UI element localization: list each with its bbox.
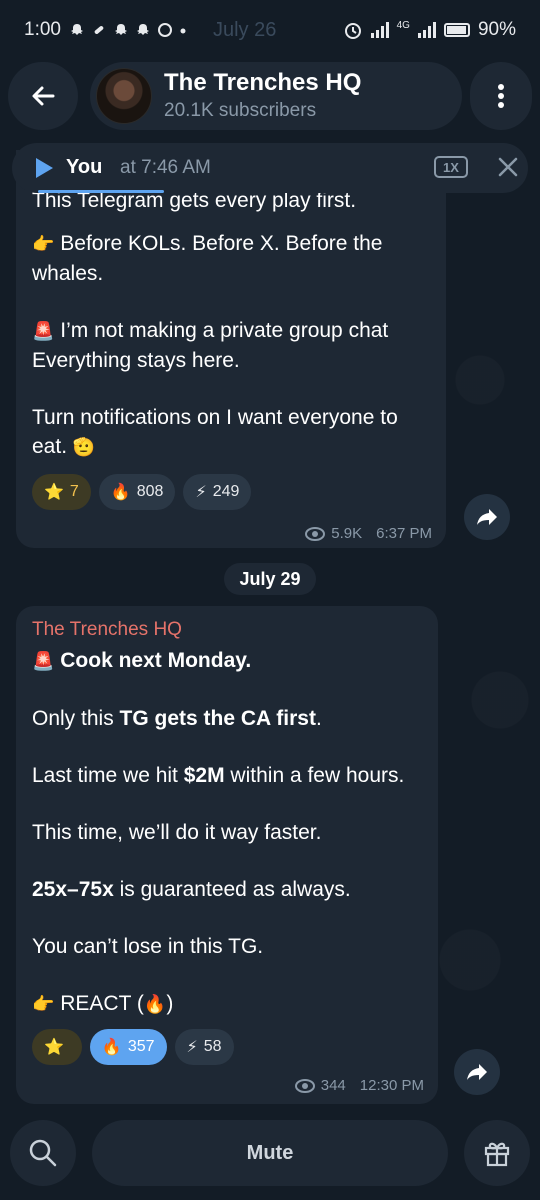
battery-icon: [443, 23, 470, 37]
reaction-fire[interactable]: 🔥 357: [89, 1029, 167, 1065]
message-time: 12:30 PM: [359, 1077, 424, 1094]
message-sender: The Trenches HQ: [32, 619, 182, 640]
bold-text: $2M: [183, 764, 225, 787]
gift-icon: [484, 1142, 510, 1167]
bold-text: 25x–75x: [32, 878, 114, 901]
fire-emoji: 🔥: [143, 994, 167, 1014]
reactions-row: ⭐ 🔥 357 ⚡ 58: [32, 1029, 422, 1065]
lightning-icon: ⚡: [186, 1039, 198, 1056]
channel-title: The Trenches HQ: [164, 69, 362, 96]
channel-avatar[interactable]: [96, 68, 152, 124]
reaction-fire[interactable]: 🔥 808: [98, 474, 176, 510]
signal-icon: [370, 22, 389, 38]
reactions-row: ⭐ 7 🔥 808 ⚡ 249: [32, 474, 430, 510]
more-vertical-icon: [498, 84, 504, 108]
star-icon: ⭐: [44, 1039, 64, 1056]
fire-icon: 🔥: [110, 484, 131, 501]
message-meta: 5.9K 6:37 PM: [305, 525, 432, 542]
signal-icon-2: [417, 22, 436, 38]
back-button[interactable]: [8, 62, 78, 130]
notification-icons: [69, 22, 187, 38]
message-line: Before KOLs. Before X. Before the whales…: [32, 232, 383, 285]
bottom-bar: Mute: [0, 1106, 540, 1200]
message-line: This time, we’ll do it way faster.: [32, 821, 322, 844]
subscriber-count: 20.1K subscribers: [164, 100, 317, 121]
message-meta: 344 12:30 PM: [294, 1077, 424, 1094]
mute-button[interactable]: Mute: [92, 1120, 448, 1186]
view-count: 344: [320, 1077, 346, 1094]
message-text: This Telegram gets every play first. 👉 B…: [32, 150, 430, 462]
siren-emoji: 🚨: [32, 651, 55, 671]
salute-emoji: 🫡: [72, 437, 96, 457]
channel-header: The Trenches HQ 20.1K subscribers: [8, 62, 532, 130]
whatsapp-icon: [157, 23, 172, 37]
message-text: 🚨 Cook next Monday. Only this TG gets th…: [32, 646, 422, 1019]
dot-icon: [180, 28, 186, 34]
pointing-hand-emoji: 👉: [32, 994, 55, 1014]
reaction-star[interactable]: ⭐: [32, 1029, 82, 1065]
reaction-count: 58: [203, 1038, 222, 1055]
lightning-icon: ⚡: [195, 484, 207, 501]
status-date: July 26: [212, 18, 277, 41]
reaction-lightning[interactable]: ⚡ 249: [183, 474, 252, 510]
message-line: Last time we hit: [32, 764, 184, 787]
reaction-count: 249: [212, 483, 240, 500]
channel-info[interactable]: The Trenches HQ 20.1K subscribers: [90, 62, 462, 130]
gift-button[interactable]: [464, 1120, 530, 1186]
bold-text: TG gets the CA first: [119, 707, 316, 730]
search-button[interactable]: [10, 1120, 76, 1186]
reaction-count: 357: [127, 1038, 155, 1055]
date-separator: July 29: [224, 563, 316, 595]
message-line: Only this: [32, 707, 120, 730]
reaction-count: 808: [136, 483, 164, 500]
eye-icon: [305, 526, 326, 541]
siren-emoji: 🚨: [32, 321, 55, 341]
alarm-icon: [344, 23, 361, 39]
reaction-lightning[interactable]: ⚡ 58: [174, 1029, 234, 1065]
message-line: ): [166, 992, 174, 1015]
player-sender: You: [66, 156, 103, 178]
message-line: .: [315, 707, 322, 730]
snapchat-icon: [114, 24, 127, 35]
message-line: is guaranteed as always.: [113, 878, 351, 901]
close-icon[interactable]: [496, 155, 520, 179]
play-icon[interactable]: [34, 157, 54, 179]
snapchat-icon: [136, 24, 149, 35]
arrow-left-icon: [32, 86, 55, 106]
eye-icon: [294, 1078, 315, 1093]
message-line: You can’t lose in this TG.: [32, 935, 264, 958]
network-type: 4G: [396, 20, 410, 31]
fire-icon: 🔥: [101, 1039, 122, 1056]
message-time: 6:37 PM: [376, 525, 432, 542]
status-time: 1:00: [24, 19, 61, 40]
player-time: at 7:46 AM: [120, 157, 211, 178]
share-button[interactable]: [464, 494, 510, 540]
message-line: within a few hours.: [224, 764, 405, 787]
message-line: Cook next Monday.: [60, 649, 252, 672]
battery-percent: 90%: [477, 19, 516, 40]
search-icon: [29, 1139, 57, 1167]
star-icon: ⭐: [44, 484, 64, 501]
player-progress-bar: [38, 190, 164, 193]
share-button[interactable]: [454, 1049, 500, 1095]
status-bar: 1:00 July 26 4G 90%: [0, 0, 540, 60]
snapchat-icon: [70, 24, 83, 35]
message-bubble[interactable]: The Trenches HQ 🚨 Cook next Monday. Only…: [16, 606, 438, 1104]
audio-player-bar[interactable]: You at 7:46 AM 1X: [12, 143, 528, 193]
message-line: REACT (: [54, 992, 144, 1015]
message-bubble[interactable]: This Telegram gets every play first. 👉 B…: [16, 150, 446, 548]
reaction-count: 7: [69, 483, 79, 500]
link-icon: [94, 26, 104, 34]
playback-speed-button[interactable]: 1X: [434, 156, 468, 178]
more-options-button[interactable]: [470, 62, 532, 130]
view-count: 5.9K: [331, 525, 363, 542]
message-line: I’m not making a private group chat Ever…: [32, 319, 389, 372]
share-arrow-icon: [467, 1064, 487, 1080]
reaction-star[interactable]: ⭐ 7: [32, 474, 91, 510]
pointing-hand-emoji: 👉: [32, 234, 55, 254]
share-arrow-icon: [477, 509, 497, 525]
